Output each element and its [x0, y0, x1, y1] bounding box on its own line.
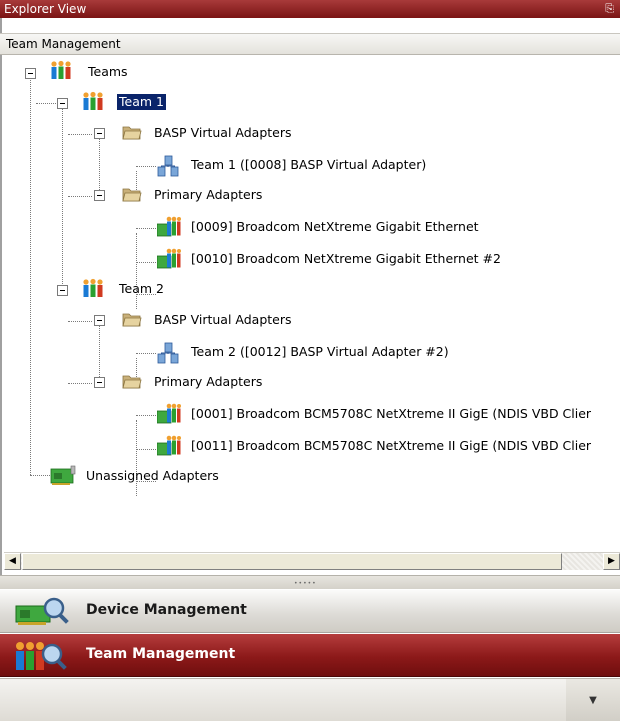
collapse-toggle[interactable]: [57, 98, 68, 109]
tree-line: [68, 196, 92, 197]
device-management-icon: [14, 596, 74, 628]
collapse-toggle[interactable]: [57, 285, 68, 296]
scroll-left-button[interactable]: ◀: [4, 553, 21, 570]
panel-title: Team Management: [6, 37, 121, 51]
panel-border: [0, 18, 2, 578]
panel-header: Team Management: [0, 33, 620, 55]
horizontal-scrollbar[interactable]: ◀ ▶: [4, 552, 620, 570]
tree-line: [136, 420, 137, 496]
tree-node-label: [0009] Broadcom NetXtreme Gigabit Ethern…: [191, 219, 479, 234]
nav-device-management[interactable]: Device Management: [0, 590, 620, 633]
tree-node-label: Teams: [88, 64, 128, 79]
adapter-team-icon: [156, 435, 181, 456]
nav-overflow-button[interactable]: ▼: [566, 679, 620, 721]
collapse-toggle[interactable]: [25, 68, 36, 79]
collapse-toggle[interactable]: [94, 315, 105, 326]
tree-line: [68, 383, 92, 384]
tree-line: [36, 103, 58, 104]
arrow-left-icon: ◀: [9, 556, 16, 566]
tree-node-label: Primary Adapters: [154, 374, 263, 389]
team-icon: [82, 91, 104, 111]
panel-splitter[interactable]: •••••: [0, 575, 620, 589]
team-management-icon: [14, 640, 74, 672]
folder-icon: [121, 371, 143, 391]
team-tree-view[interactable]: Teams Team 1 BASP Virtual Adapters Team …: [4, 58, 620, 550]
scroll-right-button[interactable]: ▶: [603, 553, 620, 570]
tree-line: [136, 449, 156, 450]
virtual-adapter-icon: [157, 155, 179, 177]
nav-label: Device Management: [86, 602, 247, 618]
nav-overflow-bar: ▼: [0, 678, 620, 721]
tree-node-label: [0010] Broadcom NetXtreme Gigabit Ethern…: [191, 251, 501, 266]
adapter-team-icon: [156, 216, 181, 237]
tree-line: [136, 166, 156, 167]
grip-icon: •••••: [294, 580, 317, 587]
pin-icon[interactable]: ⎘: [605, 0, 614, 18]
nav-team-management[interactable]: Team Management: [0, 634, 620, 677]
tree-line: [68, 321, 92, 322]
tree-node-label: Team 2 ([0012] BASP Virtual Adapter #2): [191, 344, 449, 359]
network-adapter-icon: [50, 465, 76, 485]
tree-line: [136, 415, 156, 416]
tree-line: [136, 262, 156, 263]
collapse-toggle[interactable]: [94, 128, 105, 139]
tree-node-label: Primary Adapters: [154, 187, 263, 202]
collapse-toggle[interactable]: [94, 377, 105, 388]
tree-line: [68, 134, 92, 135]
tree-line: [30, 475, 50, 476]
tree-line: [30, 78, 31, 475]
collapse-toggle[interactable]: [94, 190, 105, 201]
adapter-team-icon: [156, 403, 181, 424]
tree-node-label: [0001] Broadcom BCM5708C NetXtreme II Gi…: [191, 406, 592, 421]
folder-icon: [121, 122, 143, 142]
chevron-down-icon: ▼: [589, 695, 597, 706]
virtual-adapter-icon: [157, 342, 179, 364]
tree-node-label: BASP Virtual Adapters: [154, 312, 292, 327]
tree-line: [62, 108, 63, 290]
nav-label: Team Management: [86, 646, 236, 662]
tree-node-label: Unassigned Adapters: [86, 468, 219, 483]
team-icon: [82, 278, 104, 298]
teams-icon: [50, 60, 72, 80]
tree-node-label: BASP Virtual Adapters: [154, 125, 292, 140]
explorer-view-titlebar: Explorer View ⎘: [0, 0, 620, 18]
window-title: Explorer View: [4, 2, 87, 16]
scrollbar-thumb[interactable]: [22, 553, 562, 570]
folder-icon: [121, 309, 143, 329]
tree-line: [136, 233, 137, 309]
tree-node-label: Team 1: [117, 94, 166, 110]
tree-node-label: [0011] Broadcom BCM5708C NetXtreme II Gi…: [191, 438, 592, 453]
tree-node-label: Team 2: [119, 281, 164, 296]
tree-node-label: Team 1 ([0008] BASP Virtual Adapter): [191, 157, 427, 172]
tree-line: [136, 228, 156, 229]
adapter-team-icon: [156, 248, 181, 269]
arrow-right-icon: ▶: [608, 556, 615, 566]
folder-icon: [121, 184, 143, 204]
tree-line: [136, 353, 156, 354]
